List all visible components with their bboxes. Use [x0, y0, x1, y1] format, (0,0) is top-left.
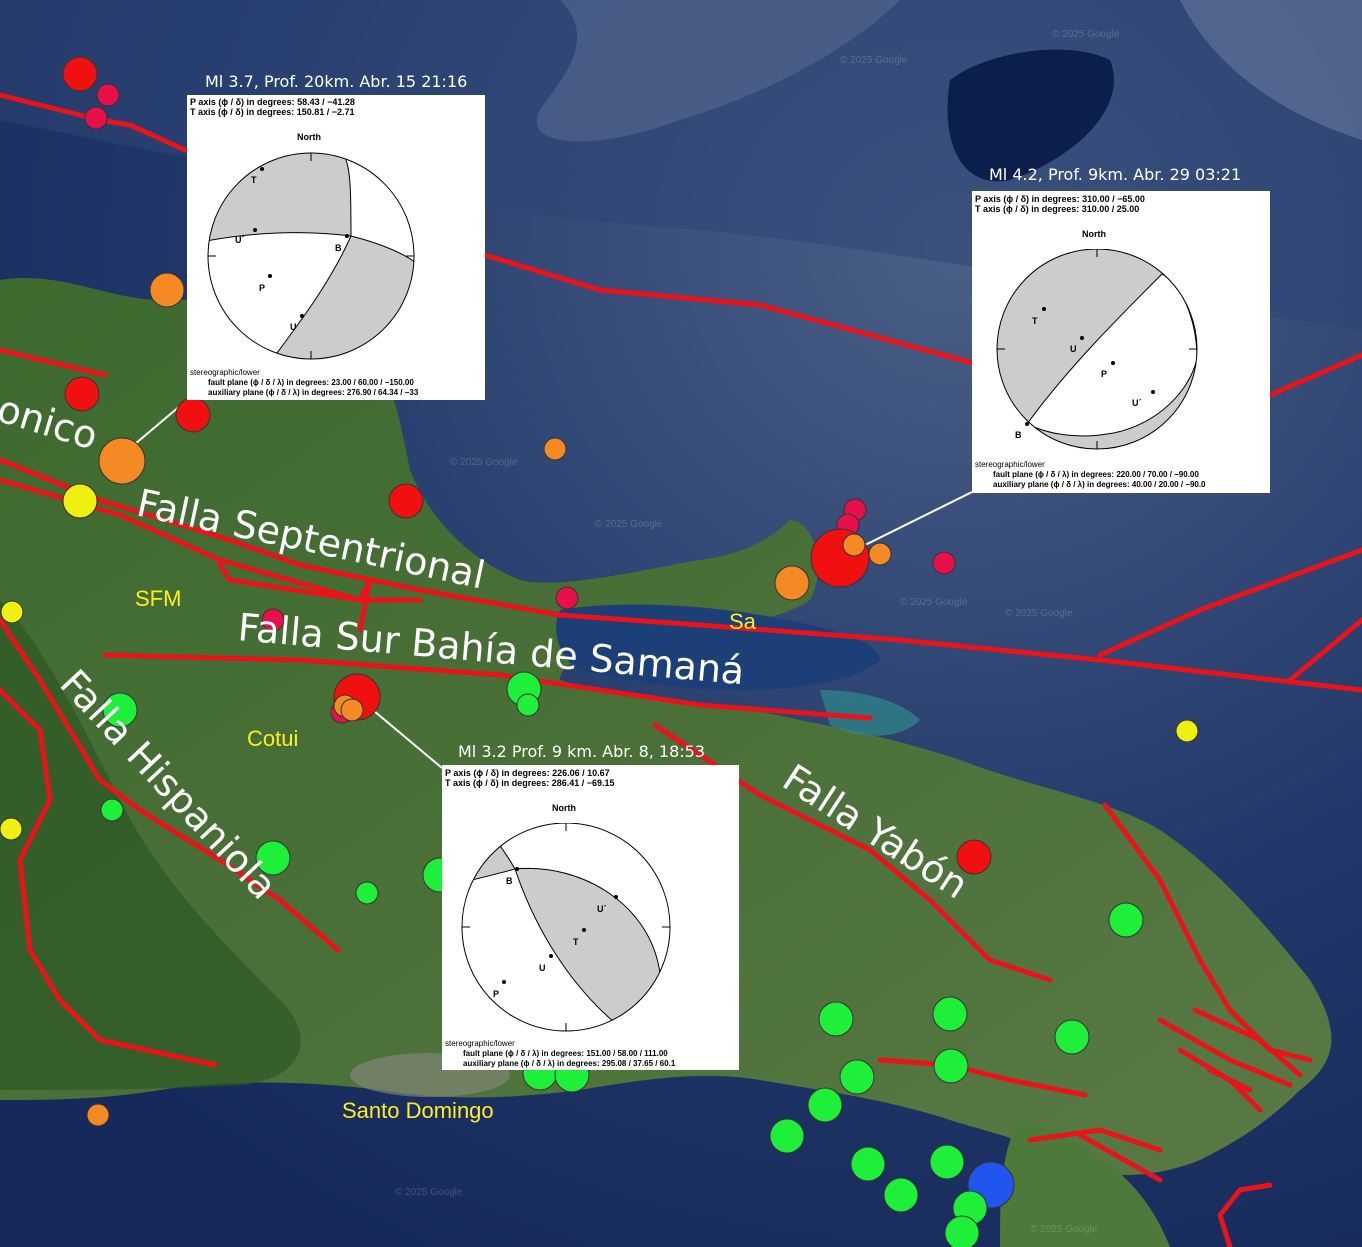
- svg-text:B: B: [335, 243, 342, 253]
- epicenter-green: [839, 1059, 875, 1095]
- epicenter-green: [883, 1177, 919, 1213]
- svg-text:© 2025 Google: © 2025 Google: [1030, 1224, 1098, 1235]
- epicenter-yellow: [0, 817, 23, 841]
- epicenter-orange: [868, 542, 892, 566]
- fm2-fault-plane: fault plane (ϕ / δ / λ) in degrees: 220.…: [993, 470, 1199, 479]
- svg-text:© 2025 Google: © 2025 Google: [395, 1187, 463, 1198]
- fm3-projection: stereographic/lower: [445, 1039, 515, 1048]
- svg-text:© 2025 Google: © 2025 Google: [450, 457, 518, 468]
- epicenter-green: [769, 1118, 805, 1154]
- fm1-title: Ml 3.7, Prof. 20km. Abr. 15 21:16: [205, 72, 467, 91]
- epicenter-crimson: [84, 106, 108, 130]
- epicenter-green: [1108, 902, 1144, 938]
- svg-text:B: B: [1015, 430, 1022, 440]
- epicenter-orange: [842, 533, 866, 557]
- svg-text:T: T: [1032, 316, 1038, 326]
- epicenter-green: [355, 881, 379, 905]
- epicenter-yellow: [62, 483, 98, 519]
- fm2-title: Ml 4.2, Prof. 9km. Abr. 29 03:21: [989, 165, 1241, 184]
- label-sa: Sa: [729, 609, 757, 634]
- svg-text:P: P: [493, 989, 499, 999]
- fm3-aux-plane: auxiliary plane (ϕ / δ / λ) in degrees: …: [463, 1059, 676, 1068]
- svg-text:P: P: [1101, 369, 1107, 379]
- fm2-north: North: [1082, 229, 1106, 239]
- epicenter-green: [1054, 1019, 1090, 1055]
- epicenter-green: [807, 1087, 843, 1123]
- epicenter-red: [175, 397, 211, 433]
- svg-text:B: B: [506, 876, 513, 886]
- svg-text:T: T: [573, 937, 579, 947]
- label-santo-domingo: Santo Domingo: [342, 1098, 494, 1123]
- svg-text:U´: U´: [235, 235, 245, 245]
- epicenter-green: [932, 996, 968, 1032]
- fm2-aux-plane: auxiliary plane (ϕ / δ / λ) in degrees: …: [993, 480, 1206, 489]
- fm1-t-axis: T axis (ϕ / δ) in degrees: 150.81 / −2.7…: [190, 107, 355, 117]
- svg-text:© 2025 Google: © 2025 Google: [900, 597, 968, 608]
- svg-text:P: P: [259, 283, 265, 293]
- epicenter-green: [929, 1144, 965, 1180]
- fm1-fault-plane: fault plane (ϕ / δ / λ) in degrees: 23.0…: [208, 378, 414, 387]
- epicenter-red: [388, 483, 424, 519]
- svg-text:© 2025 Google: © 2025 Google: [595, 519, 663, 530]
- fm3-p-axis: P axis (ϕ / δ) in degrees: 226.06 / 10.6…: [445, 768, 610, 778]
- svg-text:U: U: [539, 963, 546, 973]
- epicenter-crimson: [96, 83, 120, 107]
- fm1-north: North: [297, 132, 321, 142]
- fm3-t-axis: T axis (ϕ / δ) in degrees: 286.41 / −69.…: [445, 778, 615, 788]
- epicenter-crimson: [555, 586, 579, 610]
- fm3-north: North: [552, 803, 576, 813]
- fm3-beachball: B U´ T U P: [461, 823, 671, 1032]
- focal-mechanism-panel-3: P axis (ϕ / δ) in degrees: 226.06 / 10.6…: [442, 765, 739, 1070]
- focal-mechanism-panel-1: P axis (ϕ / δ) in degrees: 58.43 / −41.2…: [187, 95, 485, 400]
- fm1-aux-plane: auxiliary plane (ϕ / δ / λ) in degrees: …: [208, 388, 419, 397]
- epicenter-orange: [774, 565, 810, 601]
- fm2-t-axis: T axis (ϕ / δ) in degrees: 310.00 / 25.0…: [975, 204, 1140, 214]
- epicenter-green: [933, 1048, 969, 1084]
- epicenter-green: [818, 1001, 854, 1037]
- epicenter-yellow: [1175, 719, 1199, 743]
- epicenter-red: [62, 56, 98, 92]
- epicenter-green: [850, 1146, 886, 1182]
- epicenter-orange: [86, 1103, 110, 1127]
- fm2-p-axis: P axis (ϕ / δ) in degrees: 310.00 / −65.…: [975, 194, 1145, 204]
- epicenter-orange: [149, 272, 185, 308]
- svg-text:© 2025 Google: © 2025 Google: [840, 55, 908, 66]
- fm2-projection: stereographic/lower: [975, 460, 1045, 469]
- svg-text:© 2025 Google: © 2025 Google: [1005, 608, 1073, 619]
- label-cotui: Cotui: [247, 726, 298, 751]
- epicenter-green: [100, 798, 124, 822]
- epicenter-orange: [98, 437, 146, 485]
- svg-text:U´: U´: [597, 904, 607, 914]
- epicenter-yellow: [0, 600, 24, 624]
- fm3-fault-plane: fault plane (ϕ / δ / λ) in degrees: 151.…: [463, 1049, 668, 1058]
- fm3-title: Ml 3.2 Prof. 9 km. Abr. 8, 18:53: [458, 742, 705, 761]
- label-sfm: SFM: [135, 586, 181, 611]
- svg-text:T: T: [251, 175, 257, 185]
- fm2-beachball: T U P U´ B: [996, 249, 1198, 450]
- svg-text:U´: U´: [1132, 398, 1142, 408]
- fm1-p-axis: P axis (ϕ / δ) in degrees: 58.43 / −41.2…: [190, 97, 355, 107]
- epicenter-orange: [543, 437, 567, 461]
- epicenter-crimson: [932, 551, 956, 575]
- epicenter-green: [516, 693, 540, 717]
- epicenter-orange: [340, 698, 364, 722]
- svg-text:U: U: [1070, 344, 1077, 354]
- svg-text:© 2025 Google: © 2025 Google: [1052, 29, 1120, 40]
- epicenter-green: [944, 1215, 980, 1247]
- fm1-projection: stereographic/lower: [190, 368, 260, 377]
- focal-mechanism-panel-2: P axis (ϕ / δ) in degrees: 310.00 / −65.…: [972, 191, 1270, 493]
- svg-text:U: U: [290, 322, 297, 332]
- fm1-beachball: T U´ B P U: [207, 152, 415, 360]
